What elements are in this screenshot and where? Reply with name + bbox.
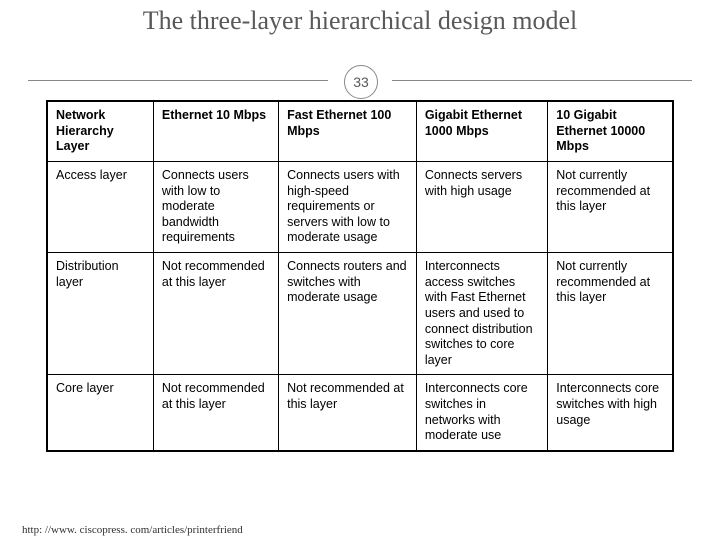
hierarchy-table-wrap: Network Hierarchy Layer Ethernet 10 Mbps… (46, 100, 674, 452)
col-header: Network Hierarchy Layer (47, 101, 153, 161)
cell: Not currently recommended at this layer (548, 161, 673, 252)
col-header: Ethernet 10 Mbps (153, 101, 278, 161)
slide-title: The three-layer hierarchical design mode… (0, 6, 720, 36)
cell: Connects users with low to moderate band… (153, 161, 278, 252)
table-row: Distribution layer Not recommended at th… (47, 253, 673, 375)
hierarchy-table: Network Hierarchy Layer Ethernet 10 Mbps… (46, 100, 674, 452)
col-header: 10 Gigabit Ethernet 10000 Mbps (548, 101, 673, 161)
cell: Interconnects core switches with high us… (548, 375, 673, 451)
col-header: Gigabit Ethernet 1000 Mbps (416, 101, 547, 161)
cell: Not recommended at this layer (279, 375, 417, 451)
cell: Interconnects core switches in networks … (416, 375, 547, 451)
row-label: Core layer (47, 375, 153, 451)
slide-number-badge: 33 (344, 65, 378, 99)
cell: Interconnects access switches with Fast … (416, 253, 547, 375)
table-header-row: Network Hierarchy Layer Ethernet 10 Mbps… (47, 101, 673, 161)
cell: Not recommended at this layer (153, 375, 278, 451)
slide: The three-layer hierarchical design mode… (0, 0, 720, 540)
row-label: Distribution layer (47, 253, 153, 375)
cell: Not recommended at this layer (153, 253, 278, 375)
cell: Connects users with high-speed requireme… (279, 161, 417, 252)
divider-right (392, 80, 692, 81)
row-label: Access layer (47, 161, 153, 252)
table-row: Core layer Not recommended at this layer… (47, 375, 673, 451)
cell: Connects servers with high usage (416, 161, 547, 252)
divider-left (28, 80, 328, 81)
cell: Connects routers and switches with moder… (279, 253, 417, 375)
cell: Not currently recommended at this layer (548, 253, 673, 375)
col-header: Fast Ethernet 100 Mbps (279, 101, 417, 161)
table-row: Access layer Connects users with low to … (47, 161, 673, 252)
source-url: http: //www. ciscopress. com/articles/pr… (22, 524, 243, 536)
